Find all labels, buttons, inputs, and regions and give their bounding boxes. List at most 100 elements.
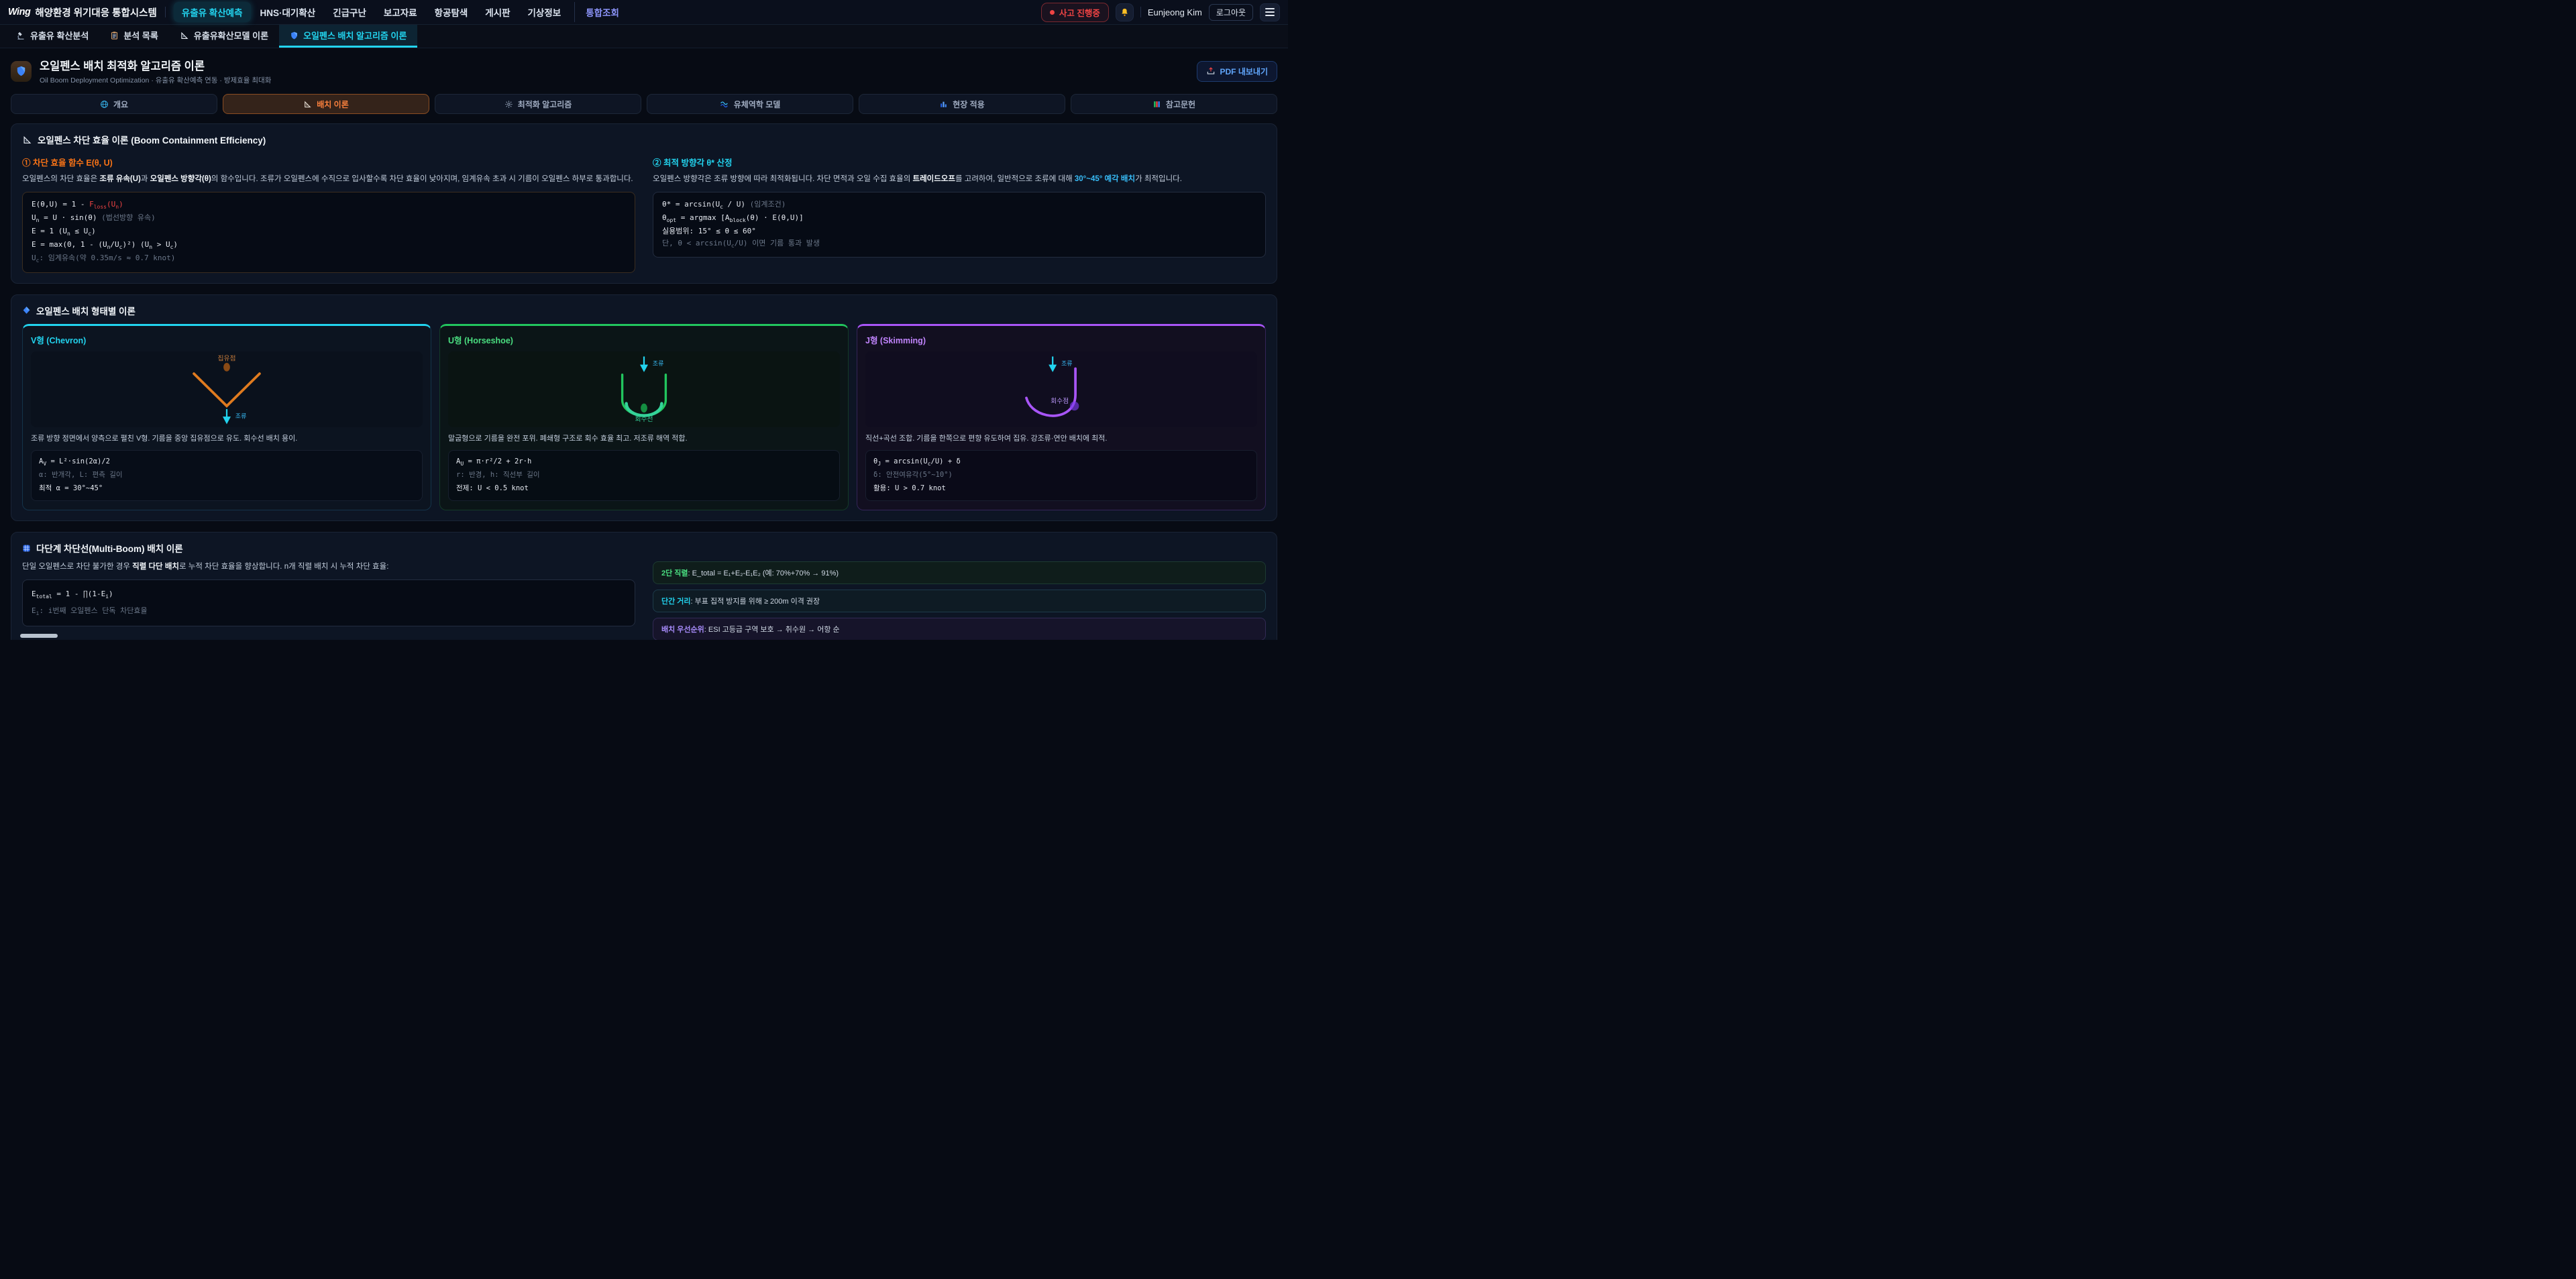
horizontal-scrollbar-thumb[interactable] (20, 634, 58, 638)
formula-line: α: 반개각, L: 편측 길이 (39, 469, 415, 482)
formula-line: 실용범위: 15° ≤ θ ≤ 60° (662, 225, 1256, 237)
stab-optimization-algorithm[interactable]: 최적화 알고리즘 (435, 94, 641, 114)
efficiency-right-column: ② 최적 방향각 θ* 산정 오일펜스 방향각은 조류 방향에 따라 최적화됩니… (653, 153, 1266, 273)
gear-icon (504, 100, 513, 109)
u-horseshoe-drawing: 조류 회수선 (448, 351, 840, 427)
tab-spill-analysis[interactable]: 유출유 확산분석 (5, 25, 99, 48)
stab-references[interactable]: 참고문헌 (1071, 94, 1277, 114)
j-skimming-diagram: 조류 회수점 (865, 351, 1257, 427)
formula-line: AU = π·r²/2 + 2r·h (456, 455, 832, 469)
recovery-label: 회수선 (635, 414, 653, 423)
tab-analysis-list[interactable]: 분석 목록 (99, 25, 168, 48)
shape-card-description: 조류 방향 정면에서 양측으로 펼친 V형. 기름을 중앙 집유점으로 유도. … (31, 433, 423, 445)
system-title: 해양환경 위기대응 통합시스템 (35, 5, 156, 19)
recovery-point-dot (1070, 401, 1079, 410)
stab-hydrodynamics-model[interactable]: 유체역학 모델 (647, 94, 853, 114)
shape-card-title: U형 (Horseshoe) (448, 333, 840, 346)
formula-line: 단, θ < arcsin(Uc/U) 이면 기름 통과 발생 (662, 237, 1256, 251)
section-multi-boom: 다단계 차단선(Multi-Boom) 배치 이론 단일 오일펜스로 차단 불가… (11, 532, 1277, 640)
app-window: Wing 해양환경 위기대응 통합시스템 유출유 확산예측 HNS·대기확산 긴… (0, 0, 1288, 640)
formula-line: E = max(0, 1 - (Un/Uc)²) (Un > Uc) (32, 239, 626, 252)
stab-field-application[interactable]: 현장 적용 (859, 94, 1065, 114)
nav-hns-air-diffusion[interactable]: HNS·대기확산 (252, 2, 324, 22)
multiboom-left-column: 단일 오일펜스로 차단 불가한 경우 직렬 다단 배치로 누적 차단 효율을 향… (22, 561, 635, 640)
nav-board[interactable]: 게시판 (477, 2, 518, 22)
j-boom-line (1026, 368, 1075, 415)
main-nav: 유출유 확산예측 HNS·대기확산 긴급구난 보고자료 항공탐색 게시판 기상정… (174, 2, 627, 22)
stab-deployment-theory[interactable]: 배치 이론 (223, 94, 429, 114)
u-horseshoe-diagram: 조류 회수선 (448, 351, 840, 427)
incident-status-badge: 사고 진행중 (1041, 3, 1109, 22)
wave-icon (720, 100, 729, 109)
nav-aerial-search[interactable]: 항공탐색 (427, 2, 476, 22)
incident-status-label: 사고 진행중 (1059, 6, 1100, 19)
formula-line: θ* = arcsin(Uc / U) (임계조건) (662, 199, 1256, 212)
brand-mark: Wing (8, 7, 30, 17)
header-divider (1140, 7, 1141, 17)
formula-line: 전제: U < 0.5 knot (456, 482, 832, 496)
formula-line: 최적 α = 30°~45° (39, 482, 415, 496)
triangle-ruler-icon (22, 135, 32, 145)
nav-weather-info[interactable]: 기상정보 (520, 2, 570, 22)
shape-cards: V형 (Chevron) 집유점 조류 조류 방향 정면에서 양측으로 펼친 V… (22, 324, 1266, 511)
grid-icon (22, 544, 31, 553)
shape-card-formula-block: AV = L²·sin(2α)/2 α: 반개각, L: 편측 길이 최적 α … (31, 450, 423, 501)
bell-icon (1120, 7, 1130, 17)
formula-line: δ: 안전여유각(5°~10°) (873, 469, 1249, 482)
section-title: 다단계 차단선(Multi-Boom) 배치 이론 (22, 541, 1266, 555)
formula-line: E = 1 (Un ≤ Uc) (32, 225, 626, 239)
section-containment-efficiency: 오일펜스 차단 효율 이론 (Boom Containment Efficien… (11, 123, 1277, 284)
formula-line: r: 반경, h: 직선부 길이 (456, 469, 832, 482)
section-title: 오일펜스 배치 형태별 이론 (22, 304, 1266, 317)
tab-spill-model-theory[interactable]: 유출유확산모델 이론 (169, 25, 279, 48)
menu-button[interactable] (1260, 3, 1280, 21)
globe-icon (100, 100, 109, 109)
formula-line: Un = U · sin(θ) (법선방향 유속) (32, 212, 626, 225)
j-skimming-drawing: 조류 회수점 (865, 351, 1257, 427)
nav-oil-spill-prediction[interactable]: 유출유 확산예측 (174, 2, 251, 22)
menu-icon (1265, 8, 1275, 9)
shield-icon (15, 65, 27, 77)
v-chevron-diagram: 집유점 조류 (31, 351, 423, 427)
logout-button[interactable]: 로그아웃 (1209, 4, 1253, 21)
nav-reports[interactable]: 보고자료 (376, 2, 425, 22)
v-chevron-drawing: 집유점 조류 (31, 351, 423, 427)
shape-card-v-chevron: V형 (Chevron) 집유점 조류 조류 방향 정면에서 양측으로 펼친 V… (22, 324, 431, 511)
recovery-label: 회수점 (1051, 396, 1069, 404)
clipboard-icon (110, 31, 119, 40)
formula-line: Uc: 임계유속(약 0.35m/s ≈ 0.7 knot) (32, 252, 626, 266)
stab-overview[interactable]: 개요 (11, 94, 217, 114)
shape-card-formula-block: θJ = arcsin(Uc/U) + δ δ: 안전여유각(5°~10°) 활… (865, 450, 1257, 501)
formula-line: Etotal = 1 - ∏(1-Ei) (32, 586, 626, 603)
page-titles: 오일펜스 배치 최적화 알고리즘 이론 Oil Boom Deployment … (40, 57, 271, 85)
triangle-ruler-icon (180, 31, 189, 40)
shape-card-u-horseshoe: U형 (Horseshoe) 조류 회수선 말굽형으로 기름을 완전 포위. 폐… (439, 324, 849, 511)
collection-point-label: 집유점 (218, 354, 236, 362)
efficiency-formula-block: E(θ,U) = 1 - Floss(Un) Un = U · sin(θ) (… (22, 192, 635, 273)
section-title: 오일펜스 차단 효율 이론 (Boom Containment Efficien… (22, 133, 1266, 146)
optimal-angle-formula-block: θ* = arcsin(Uc / U) (임계조건) θopt = argmax… (653, 192, 1266, 258)
nav-emergency-rescue[interactable]: 긴급구난 (325, 2, 374, 22)
note-two-stage-series: 2단 직렬: E_total = E₁+E₂-E₁E₂ (예: 70%+70% … (653, 561, 1266, 584)
efficiency-columns: ① 차단 효율 함수 E(θ, U) 오일펜스의 차단 효율은 조류 유속(U)… (22, 153, 1266, 273)
section-tabs: 개요 배치 이론 최적화 알고리즘 유체역학 모델 (11, 94, 1277, 114)
efficiency-function-heading: ① 차단 효율 함수 E(θ, U) (22, 156, 635, 168)
tab-boom-algorithm-theory[interactable]: 오일펜스 배치 알고리즘 이론 (279, 25, 417, 48)
formula-line: AV = L²·sin(2α)/2 (39, 455, 415, 469)
nav-integrated-search[interactable]: 통합조회 (574, 2, 627, 22)
v-boom-line (194, 374, 260, 406)
shape-card-title: V형 (Chevron) (31, 333, 423, 346)
pdf-export-button[interactable]: PDF 내보내기 (1197, 61, 1278, 82)
optimal-angle-heading: ② 최적 방향각 θ* 산정 (653, 156, 1266, 168)
shape-card-description: 말굽형으로 기름을 완전 포위. 폐쇄형 구조로 회수 효율 최고. 저조류 해… (448, 433, 840, 445)
multiboom-notes: 2단 직렬: E_total = E₁+E₂-E₁E₂ (예: 70%+70% … (653, 561, 1266, 640)
page-head: 오일펜스 배치 최적화 알고리즘 이론 Oil Boom Deployment … (0, 48, 1288, 91)
efficiency-left-column: ① 차단 효율 함수 E(θ, U) 오일펜스의 차단 효율은 조류 유속(U)… (22, 153, 635, 273)
section-boom-shapes: 오일펜스 배치 형태별 이론 V형 (Chevron) 집유점 조류 조류 방향… (11, 294, 1277, 522)
status-dot-icon (1050, 10, 1055, 15)
page-title: 오일펜스 배치 최적화 알고리즘 이론 (40, 57, 271, 73)
notifications-button[interactable] (1116, 3, 1134, 21)
recovery-point-dot (641, 403, 647, 412)
sub-tabbar: 유출유 확산분석 분석 목록 유출유확산모델 이론 오일펜스 배치 알고리즘 이… (0, 25, 1288, 48)
current-label: 조류 (653, 360, 664, 367)
